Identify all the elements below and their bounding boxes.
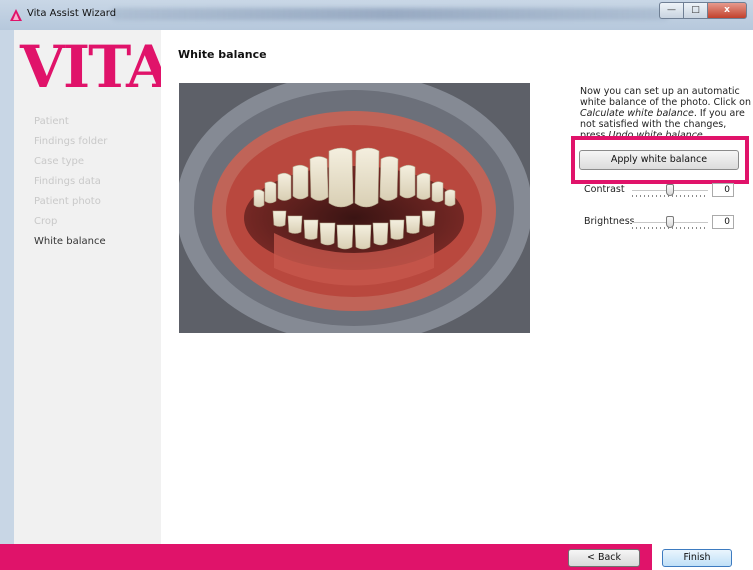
blurred-taskbar-strip xyxy=(110,8,670,20)
brightness-slider-thumb[interactable] xyxy=(666,216,674,228)
step-findings-folder: Findings folder xyxy=(34,136,108,147)
wizard-content: White balance Now you can set up an auto… xyxy=(161,30,753,544)
wizard-footer: < Back Finish xyxy=(0,544,753,570)
window-title: Vita Assist Wizard xyxy=(27,8,117,19)
page-title: White balance xyxy=(178,48,267,61)
brightness-label: Brightness xyxy=(584,216,635,227)
step-patient: Patient xyxy=(34,116,69,127)
finish-button[interactable]: Finish xyxy=(662,549,732,567)
minimize-button[interactable]: — xyxy=(659,2,683,19)
step-findings-data: Findings data xyxy=(34,176,101,187)
vita-logo: VITA xyxy=(20,33,171,101)
calculate-white-balance-ref: Calculate white balance xyxy=(580,108,694,119)
step-case-type: Case type xyxy=(34,156,84,167)
step-white-balance: White balance xyxy=(34,236,106,247)
wizard-steps: Patient Findings folder Case type Findin… xyxy=(34,112,107,252)
back-button[interactable]: < Back xyxy=(568,549,640,567)
highlight-box: Apply white balance xyxy=(571,136,749,184)
window-controls: — □ x xyxy=(659,2,747,19)
brightness-value[interactable]: 0 xyxy=(712,215,734,229)
dental-photo-teeth xyxy=(179,83,530,333)
wizard-sidebar: VITA Patient Findings folder Case type F… xyxy=(14,30,171,544)
contrast-value[interactable]: 0 xyxy=(712,183,734,197)
close-button[interactable]: x xyxy=(707,2,747,19)
maximize-button[interactable]: □ xyxy=(683,2,707,19)
finish-highlight: Finish xyxy=(652,544,753,570)
vita-triangle-icon xyxy=(10,9,22,21)
brightness-slider[interactable] xyxy=(632,216,708,230)
patient-photo xyxy=(179,83,530,333)
apply-white-balance-button[interactable]: Apply white balance xyxy=(579,150,739,170)
contrast-slider[interactable] xyxy=(632,184,708,198)
brightness-row: Brightness 0 xyxy=(584,213,749,233)
title-bar: Vita Assist Wizard — □ x xyxy=(0,0,753,30)
contrast-row: Contrast 0 xyxy=(584,181,749,201)
contrast-slider-thumb[interactable] xyxy=(666,184,674,196)
contrast-label: Contrast xyxy=(584,184,625,195)
step-crop: Crop xyxy=(34,216,58,227)
window-frame xyxy=(0,30,14,544)
step-patient-photo: Patient photo xyxy=(34,196,101,207)
